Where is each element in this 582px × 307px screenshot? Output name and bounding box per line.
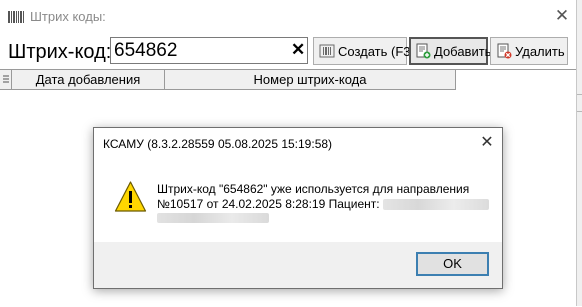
ok-button[interactable]: OK — [416, 252, 489, 276]
add-button[interactable]: Добавить — [409, 37, 492, 65]
delete-button-label: Удалить — [515, 44, 565, 59]
column-header-barcode-label: Номер штрих-кода — [253, 72, 367, 87]
column-header-date[interactable]: Дата добавления — [12, 70, 165, 89]
create-button-label: Создать (F3) — [338, 44, 415, 59]
message-line-1: Штрих-код "654862" уже используется для … — [157, 182, 470, 196]
window-title: Штрих коды: — [30, 9, 106, 24]
column-header-barcode[interactable]: Номер штрих-кода △ — [165, 70, 456, 89]
barcode-input[interactable]: 654862 ✕ — [110, 37, 308, 64]
create-button[interactable]: Создать (F3) — [313, 37, 415, 65]
dialog-footer: OK — [94, 242, 502, 288]
clear-input-button[interactable]: ✕ — [291, 40, 305, 60]
message-line-2: №10517 от 24.02.2025 8:28:19 Пациент: — [157, 197, 489, 212]
column-settings-icon[interactable] — [0, 70, 12, 89]
message-line-2-text: №10517 от 24.02.2025 8:28:19 Пациент: — [157, 197, 380, 211]
delete-button[interactable]: Удалить — [490, 37, 568, 65]
background-window-edge — [576, 0, 582, 306]
delete-document-icon — [497, 43, 512, 59]
add-document-icon — [416, 43, 431, 59]
barcode-scan-icon — [319, 44, 335, 58]
warning-dialog: КСАМУ (8.3.2.28559 05.08.2025 15:19:58) … — [93, 127, 503, 289]
barcode-label: Штрих-код: — [8, 41, 112, 63]
edge-divider — [577, 94, 582, 95]
dialog-title: КСАМУ (8.3.2.28559 05.08.2025 15:19:58) — [103, 137, 333, 151]
message-line-3 — [157, 212, 489, 227]
redacted-patient-name — [382, 199, 489, 211]
title-bar[interactable]: Штрих коды: ✕ — [0, 0, 577, 32]
edge-divider — [577, 111, 582, 112]
add-button-label: Добавить — [434, 44, 492, 59]
barcode-icon — [8, 11, 24, 23]
window-close-button[interactable]: ✕ — [550, 4, 574, 28]
barcode-input-value[interactable]: 654862 — [114, 40, 177, 62]
warning-icon — [114, 181, 147, 212]
dialog-close-button[interactable]: ✕ — [476, 132, 498, 154]
row-selector-column[interactable] — [0, 70, 12, 89]
redacted-patient-details — [157, 213, 269, 223]
table-header: Дата добавления Номер штрих-кода △ — [0, 70, 456, 90]
dialog-message: Штрих-код "654862" уже используется для … — [157, 182, 489, 227]
